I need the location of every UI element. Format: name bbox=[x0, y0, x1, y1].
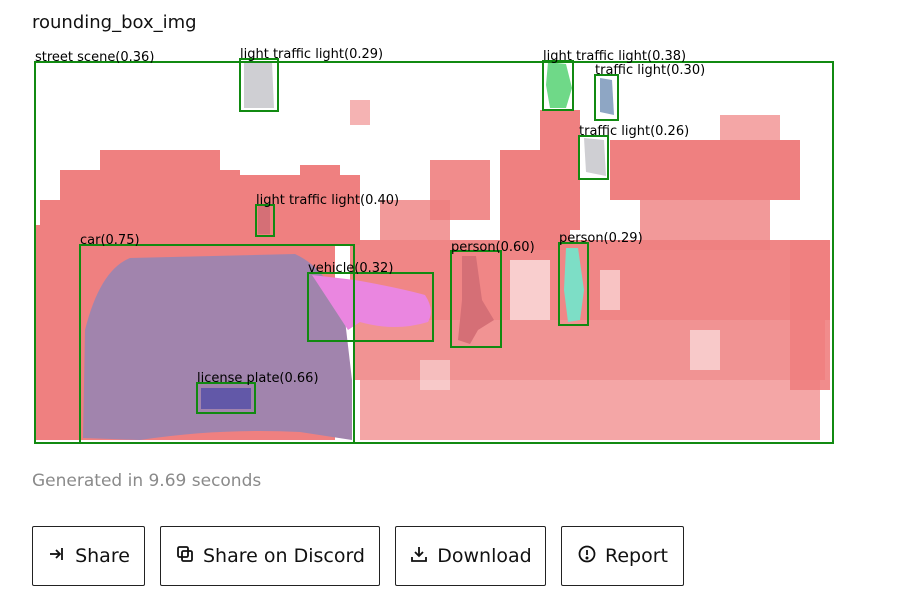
share-icon bbox=[47, 544, 67, 569]
report-button[interactable]: Report bbox=[561, 526, 684, 586]
alert-icon bbox=[577, 544, 597, 569]
detection-label: light traffic light(0.29) bbox=[240, 47, 383, 62]
detection-label: light traffic light(0.38) bbox=[543, 49, 686, 64]
copy-icon bbox=[175, 544, 195, 569]
traffic-light-mask bbox=[600, 78, 614, 115]
license-plate-mask bbox=[201, 388, 251, 409]
detection-label: vehicle(0.32) bbox=[308, 261, 393, 276]
detection-label: traffic light(0.26) bbox=[579, 124, 689, 139]
download-button[interactable]: Download bbox=[395, 526, 546, 586]
detection-label: street scene(0.36) bbox=[35, 50, 154, 65]
download-icon bbox=[409, 544, 429, 569]
traffic-light-mask bbox=[244, 62, 274, 108]
detection-label: person(0.60) bbox=[451, 240, 535, 255]
download-label: Download bbox=[437, 545, 532, 567]
annotated-image: street scene(0.36) light traffic light(0… bbox=[0, 0, 898, 460]
share-label: Share bbox=[75, 545, 130, 567]
traffic-light-mask bbox=[258, 206, 270, 234]
traffic-light-mask bbox=[584, 138, 606, 176]
share-discord-label: Share on Discord bbox=[203, 545, 365, 567]
detection-label: traffic light(0.30) bbox=[595, 63, 705, 78]
generation-time: Generated in 9.69 seconds bbox=[32, 471, 262, 491]
detection-label: person(0.29) bbox=[559, 231, 643, 246]
share-button[interactable]: Share bbox=[32, 526, 145, 586]
traffic-light-mask bbox=[546, 62, 572, 108]
detection-label: license plate(0.66) bbox=[197, 371, 319, 386]
share-discord-button[interactable]: Share on Discord bbox=[160, 526, 380, 586]
detection-label: car(0.75) bbox=[80, 233, 140, 248]
report-label: Report bbox=[605, 545, 668, 567]
detection-label: light traffic light(0.40) bbox=[256, 193, 399, 208]
